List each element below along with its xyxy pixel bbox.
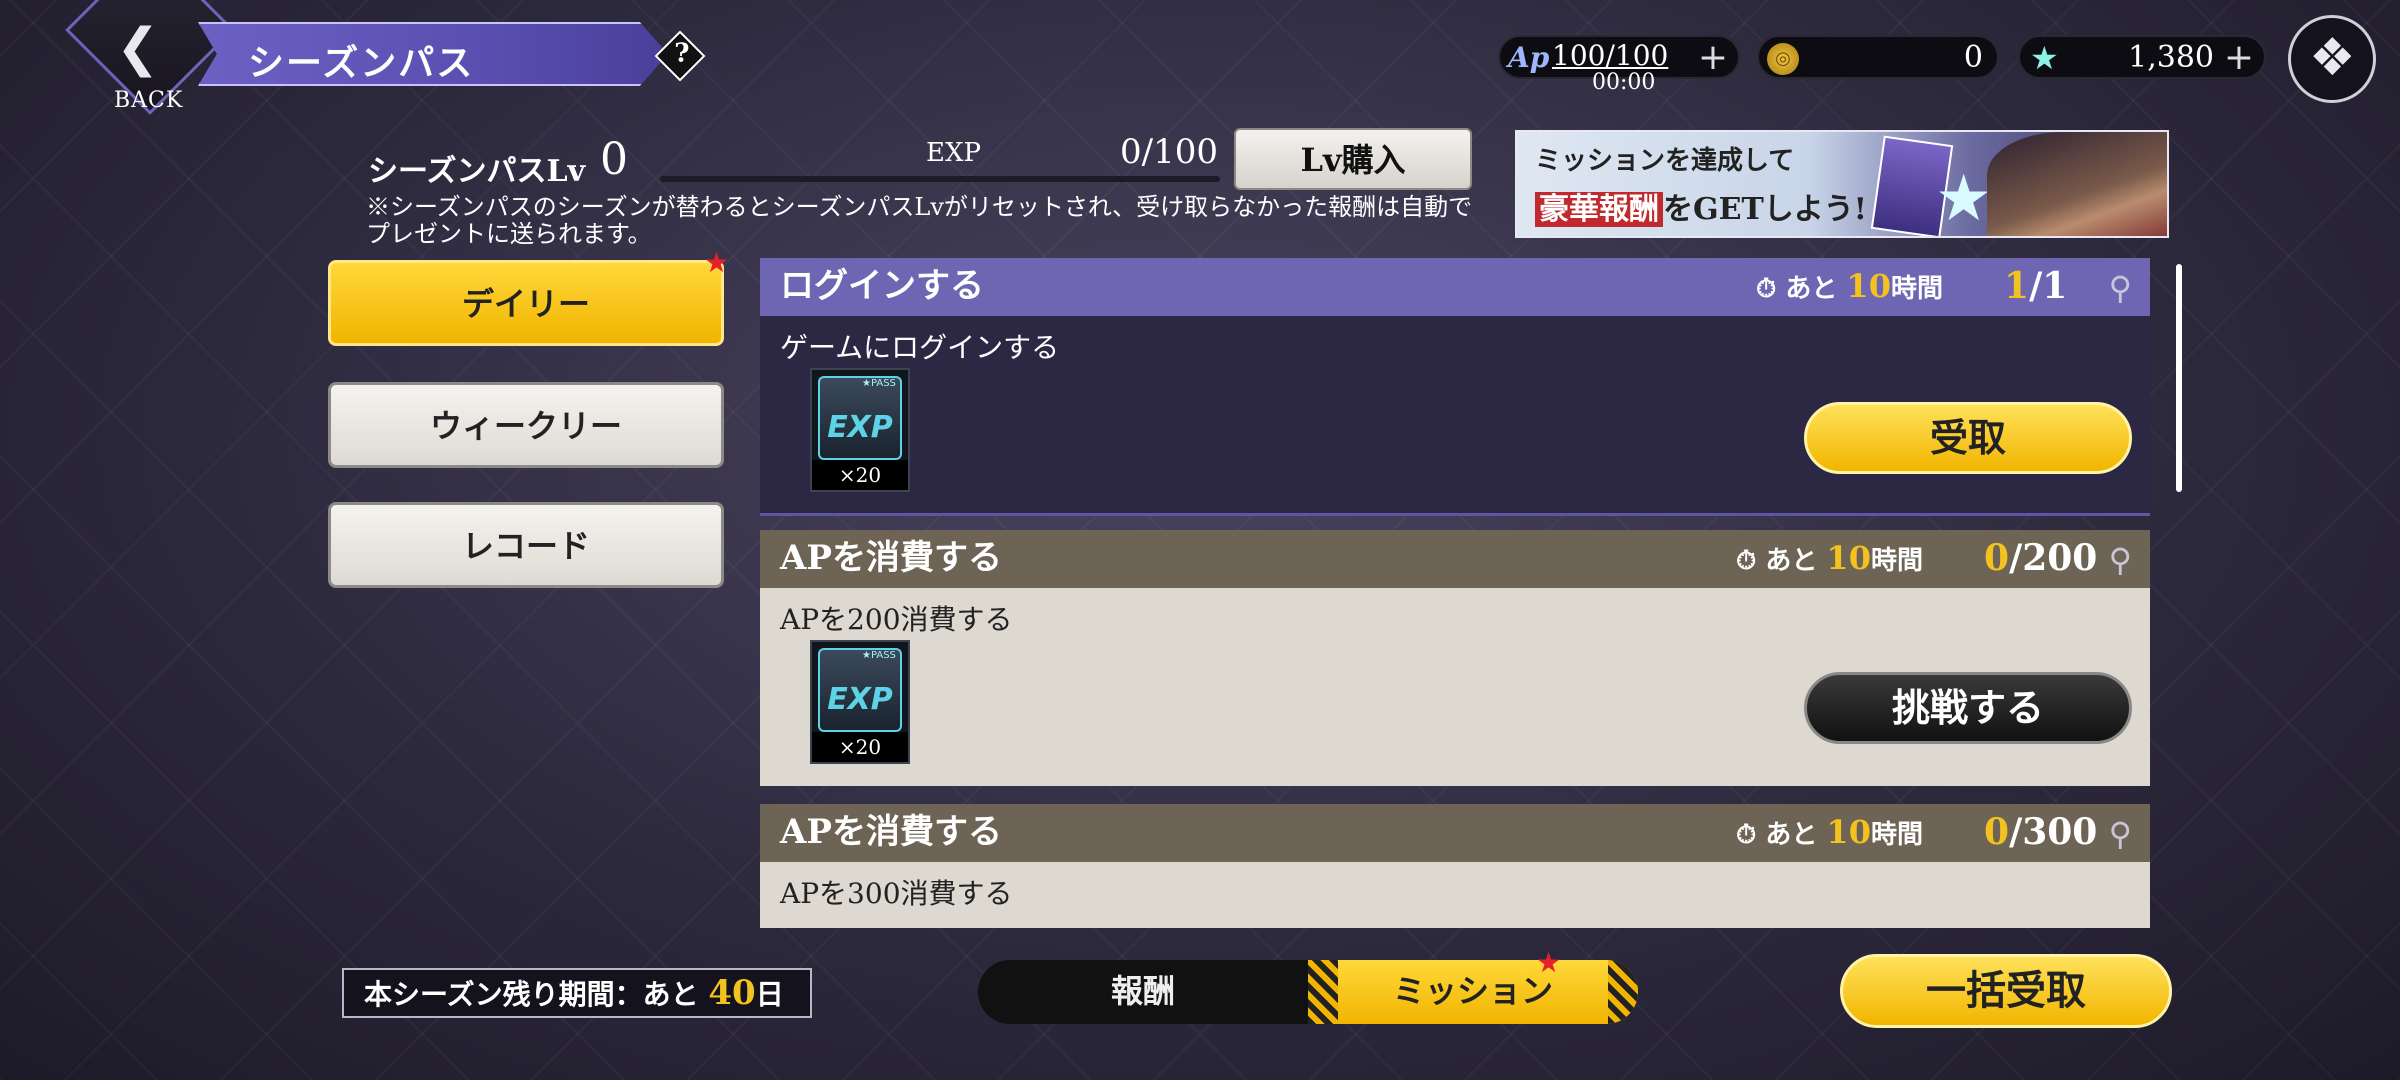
star-gem-icon: ★	[2030, 39, 2059, 77]
progress-total: /300	[2009, 811, 2098, 853]
timer-prefix: あと	[1765, 820, 1818, 850]
sparkle-star-icon: ★	[1935, 162, 1993, 236]
timer-number: 10	[1846, 267, 1891, 305]
reward-quantity: ×20	[812, 732, 908, 762]
timer-unit: 時間	[1890, 274, 1943, 304]
mission-item: ログインする ⏱ あと 10時間 1/1 ⚲ ゲームにログインする EXP ★P…	[760, 258, 2150, 516]
ap-value: 100/100	[1552, 39, 1669, 72]
progress-current: 1	[2004, 265, 2030, 307]
progress-total: /200	[2009, 537, 2098, 579]
promo-line-2: 豪華報酬 をGETしよう!	[1535, 184, 1867, 228]
coin-counter: ◎ 0	[1757, 35, 1999, 79]
mission-title: APを消費する	[780, 812, 1002, 852]
timer-prefix: あと	[1785, 274, 1838, 304]
promo-line-1: ミッションを達成して	[1535, 146, 1795, 176]
mission-header: ログインする ⏱ あと 10時間 1/1 ⚲	[760, 258, 2150, 316]
promo-highlight: 豪華報酬	[1535, 192, 1663, 227]
exp-progress-bar	[660, 176, 1220, 182]
progress-current: 0	[1984, 811, 2010, 853]
page-title: シーズンパス	[248, 42, 475, 84]
mission-title: ログインする	[780, 266, 984, 306]
mission-title: APを消費する	[780, 538, 1002, 578]
mission-list[interactable]: ログインする ⏱ あと 10時間 1/1 ⚲ ゲームにログインする EXP ★P…	[760, 258, 2150, 928]
back-label: BACK	[114, 88, 184, 113]
timer-unit: 時間	[1870, 546, 1923, 576]
character-art	[1987, 132, 2167, 236]
exp-label: EXP	[926, 138, 981, 168]
mission-list-scrollbar[interactable]	[2176, 264, 2182, 492]
magnifier-icon[interactable]: ⚲	[2109, 260, 2132, 316]
season-remaining-unit: 日	[755, 978, 784, 1011]
back-arrow-icon: ❮	[116, 18, 160, 78]
level-purchase-button[interactable]: Lv購入	[1234, 128, 1472, 190]
mission-progress: 0/200	[1984, 530, 2097, 586]
ap-recovery-timer: 00:00	[1592, 70, 1656, 95]
ap-add-button[interactable]: +	[1698, 37, 1728, 78]
progress-total: /1	[2029, 265, 2068, 307]
progress-current: 0	[1984, 537, 2010, 579]
exp-value: 0/100	[1120, 132, 1218, 172]
mission-item: APを消費する ⏱ あと 10時間 0/300 ⚲ APを300消費する	[760, 804, 2150, 928]
stopwatch-icon: ⏱	[1736, 820, 1757, 850]
timer-number: 10	[1826, 539, 1871, 577]
mission-description: APを300消費する	[780, 877, 1013, 910]
mission-progress: 1/1	[2004, 258, 2067, 314]
reward-pass-label: ★PASS	[862, 650, 896, 661]
season-remaining: 本シーズン残り期間：あと 40日	[342, 968, 812, 1018]
mission-body: APを200消費する EXP ★PASS ×20 挑戦する	[760, 588, 2150, 786]
new-badge-icon: ★	[704, 246, 730, 279]
mission-item: APを消費する ⏱ あと 10時間 0/200 ⚲ APを200消費する EXP…	[760, 530, 2150, 786]
magnifier-icon[interactable]: ⚲	[2109, 532, 2132, 588]
reward-pass-label: ★PASS	[862, 378, 896, 389]
reward-quantity: ×20	[812, 460, 908, 490]
new-badge-icon: ★	[1536, 946, 1562, 979]
coin-value: 0	[1963, 40, 1983, 75]
gem-counter: ★ 1,380 +	[2018, 35, 2266, 79]
mission-description: APを200消費する	[780, 603, 1013, 636]
tab-daily[interactable]: デイリー	[328, 260, 724, 346]
menu-button[interactable]: ❖	[2288, 15, 2376, 103]
claim-button[interactable]: 受取	[1804, 402, 2132, 474]
mission-header: APを消費する ⏱ あと 10時間 0/300 ⚲	[760, 804, 2150, 862]
mission-timer: ⏱ あと 10時間	[1736, 804, 1923, 863]
season-remaining-label: 本シーズン残り期間：あと	[364, 978, 699, 1011]
reward-item[interactable]: EXP ★PASS ×20	[810, 368, 910, 492]
season-pass-level: 0	[600, 134, 628, 185]
help-button[interactable]: ?	[654, 30, 706, 82]
mission-body: ゲームにログインする EXP ★PASS ×20 受取	[760, 316, 2150, 516]
mission-header: APを消費する ⏱ あと 10時間 0/200 ⚲	[760, 530, 2150, 588]
season-pass-level-label: シーズンパスLv	[368, 154, 586, 189]
mission-timer: ⏱ あと 10時間	[1756, 258, 1943, 317]
season-remaining-days: 40	[708, 973, 756, 1013]
claim-all-button[interactable]: 一括受取	[1840, 954, 2172, 1028]
toggle-rewards[interactable]: 報酬	[978, 960, 1308, 1024]
mission-progress: 0/300	[1984, 804, 2097, 860]
mission-timer: ⏱ あと 10時間	[1736, 530, 1923, 589]
stopwatch-icon: ⏱	[1736, 546, 1757, 576]
challenge-button[interactable]: 挑戦する	[1804, 672, 2132, 744]
timer-number: 10	[1826, 813, 1871, 851]
page-title-banner: シーズンパス	[198, 22, 668, 86]
mission-body: APを300消費する	[760, 862, 2150, 928]
promo-banner[interactable]: ミッションを達成して 豪華報酬 をGETしよう! ★	[1515, 130, 2169, 238]
help-icon: ?	[674, 38, 690, 69]
tab-record[interactable]: レコード	[328, 502, 724, 588]
mission-description: ゲームにログインする	[780, 331, 1060, 364]
ap-icon: Ap	[1508, 41, 1550, 74]
timer-unit: 時間	[1870, 820, 1923, 850]
tab-weekly[interactable]: ウィークリー	[328, 382, 724, 468]
reward-item[interactable]: EXP ★PASS ×20	[810, 640, 910, 764]
magnifier-icon[interactable]: ⚲	[2109, 806, 2132, 862]
coin-icon: ◎	[1767, 43, 1799, 75]
menu-emblem-icon: ❖	[2309, 28, 2356, 88]
promo-line-2-rest: をGETしよう!	[1663, 192, 1867, 227]
gem-value: 1,380	[2128, 40, 2214, 75]
gem-add-button[interactable]: +	[2224, 37, 2254, 78]
reset-notice: ※シーズンパスのシーズンが替わるとシーズンパスLvがリセットされ、受け取らなかっ…	[366, 193, 1473, 248]
toggle-missions[interactable]: ミッション	[1308, 960, 1638, 1024]
timer-prefix: あと	[1765, 546, 1818, 576]
stopwatch-icon: ⏱	[1756, 274, 1777, 304]
